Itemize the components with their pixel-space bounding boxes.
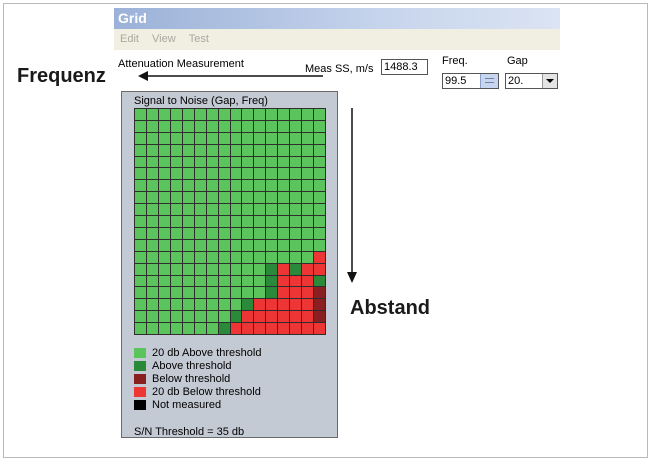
annotation-abstand: Abstand <box>350 297 430 319</box>
gap-arrowhead-icon <box>347 272 357 283</box>
frequency-arrowhead-icon <box>138 71 148 81</box>
annotation-frequenz: Frequenz <box>17 65 106 87</box>
